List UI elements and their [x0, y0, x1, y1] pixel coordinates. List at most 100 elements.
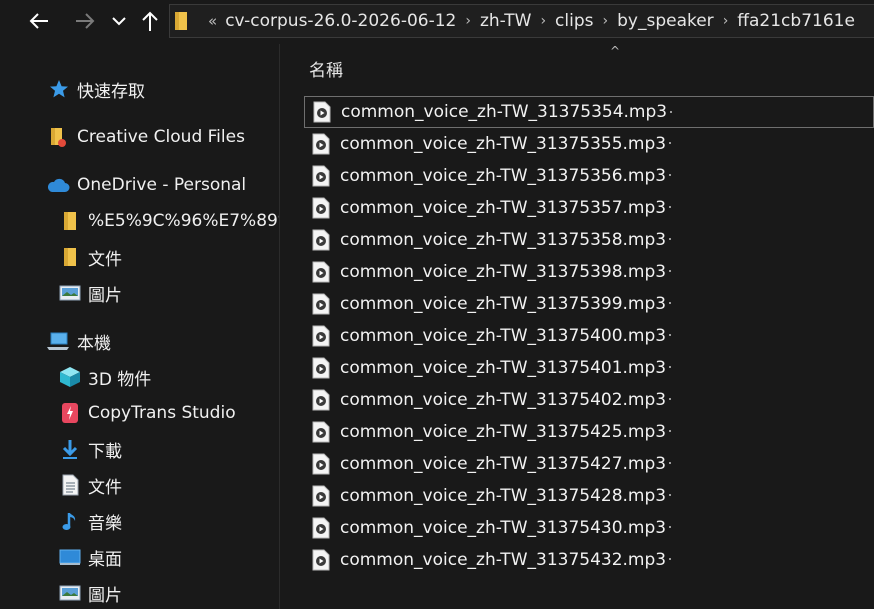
address-bar[interactable]: « cv-corpus-26.0-2026-06-12 › zh-TW › cl… — [169, 4, 874, 38]
file-row[interactable]: common_voice_zh-TW_31375432.mp3 — [304, 544, 874, 576]
breadcrumb-overflow[interactable]: « — [208, 12, 217, 30]
row-marker — [669, 206, 671, 208]
file-row[interactable]: common_voice_zh-TW_31375358.mp3 — [304, 224, 874, 256]
breadcrumb-item[interactable]: by_speaker — [617, 11, 714, 31]
mp3-file-icon — [312, 261, 330, 283]
arrow-left-icon — [29, 13, 48, 29]
sidebar-item-label: Creative Cloud Files — [77, 127, 245, 147]
sidebar-item-label: 本機 — [77, 333, 111, 354]
file-row[interactable]: common_voice_zh-TW_31375357.mp3 — [304, 192, 874, 224]
file-row[interactable]: common_voice_zh-TW_31375428.mp3 — [304, 480, 874, 512]
file-list-pane: ^ 名稱 common_voice_zh-TW_31375354.mp3 com… — [280, 44, 874, 609]
sidebar-item-quick-access[interactable]: 快速存取 — [48, 74, 145, 104]
file-name: common_voice_zh-TW_31375427.mp3 — [340, 454, 667, 474]
file-row[interactable]: common_voice_zh-TW_31375430.mp3 — [304, 512, 874, 544]
row-marker — [669, 366, 671, 368]
row-marker — [669, 462, 671, 464]
breadcrumb-item[interactable]: cv-corpus-26.0-2026-06-12 — [225, 11, 456, 31]
folder-icon — [59, 210, 81, 232]
row-marker — [669, 430, 671, 432]
file-row[interactable]: common_voice_zh-TW_31375355.mp3 — [304, 128, 874, 160]
sidebar-item-this-pc[interactable]: 本機 — [46, 326, 111, 356]
sidebar-item-3d-objects[interactable]: 3D 物件 — [59, 362, 151, 392]
file-list: common_voice_zh-TW_31375354.mp3 common_v… — [304, 96, 874, 576]
music-icon — [59, 510, 81, 532]
folder-icon — [59, 246, 81, 268]
mp3-file-icon — [312, 453, 330, 475]
sidebar-item-music[interactable]: 音樂 — [59, 506, 122, 536]
file-row[interactable]: common_voice_zh-TW_31375400.mp3 — [304, 320, 874, 352]
recent-locations-button[interactable] — [106, 6, 132, 36]
cloud-icon — [46, 174, 70, 196]
sidebar-item-label: 圖片 — [88, 585, 122, 606]
sidebar-item-onedrive-documents[interactable]: 文件 — [59, 242, 122, 272]
sidebar-item-creative-cloud[interactable]: Creative Cloud Files — [48, 122, 245, 152]
file-row[interactable]: common_voice_zh-TW_31375399.mp3 — [304, 288, 874, 320]
document-icon — [59, 474, 81, 496]
file-row[interactable]: common_voice_zh-TW_31375356.mp3 — [304, 160, 874, 192]
file-name: common_voice_zh-TW_31375357.mp3 — [340, 198, 667, 218]
pictures-icon — [59, 582, 81, 604]
sort-ascending-icon: ^ — [610, 44, 621, 58]
row-marker — [669, 142, 671, 144]
cube-icon — [59, 366, 81, 388]
folder-icon — [175, 12, 187, 30]
file-name: common_voice_zh-TW_31375398.mp3 — [340, 262, 667, 282]
file-name: common_voice_zh-TW_31375399.mp3 — [340, 294, 667, 314]
file-name: common_voice_zh-TW_31375356.mp3 — [340, 166, 667, 186]
navigation-bar: « cv-corpus-26.0-2026-06-12 › zh-TW › cl… — [0, 0, 874, 44]
sidebar-item-label: %E5%9C%96%E7%89%87 — [88, 211, 279, 231]
file-row[interactable]: common_voice_zh-TW_31375354.mp3 — [304, 96, 874, 128]
computer-icon — [46, 330, 70, 352]
file-name: common_voice_zh-TW_31375400.mp3 — [340, 326, 667, 346]
copytrans-icon — [59, 402, 81, 424]
row-marker — [669, 334, 671, 336]
sidebar-item-label: 圖片 — [88, 285, 122, 306]
row-marker — [669, 494, 671, 496]
row-marker — [669, 558, 671, 560]
sidebar-item-copytrans-studio[interactable]: CopyTrans Studio — [59, 398, 236, 428]
mp3-file-icon — [312, 229, 330, 251]
mp3-file-icon — [312, 549, 330, 571]
pictures-icon — [59, 282, 81, 304]
sidebar-item-label: 下載 — [88, 441, 122, 462]
breadcrumb-item[interactable]: clips — [555, 11, 593, 31]
sidebar-item-label: 3D 物件 — [88, 369, 152, 390]
file-row[interactable]: common_voice_zh-TW_31375425.mp3 — [304, 416, 874, 448]
column-header-name[interactable]: 名稱 — [309, 56, 343, 81]
file-name: common_voice_zh-TW_31375358.mp3 — [340, 230, 667, 250]
breadcrumb-item[interactable]: zh-TW — [480, 11, 531, 31]
forward-button[interactable] — [70, 6, 100, 36]
sidebar-item-downloads[interactable]: 下載 — [59, 434, 122, 464]
back-button[interactable] — [24, 6, 54, 36]
sidebar-item-desktop[interactable]: 桌面 — [59, 542, 122, 572]
mp3-file-icon — [312, 421, 330, 443]
breadcrumb-separator[interactable]: › — [603, 13, 609, 29]
row-marker — [670, 111, 672, 113]
file-name: common_voice_zh-TW_31375432.mp3 — [340, 550, 667, 570]
breadcrumb-separator[interactable]: › — [723, 13, 729, 29]
sidebar-item-label: 快速存取 — [77, 81, 145, 102]
row-marker — [669, 526, 671, 528]
up-button[interactable] — [136, 6, 164, 36]
file-row[interactable]: common_voice_zh-TW_31375427.mp3 — [304, 448, 874, 480]
breadcrumb-separator[interactable]: › — [540, 13, 546, 29]
file-row[interactable]: common_voice_zh-TW_31375402.mp3 — [304, 384, 874, 416]
row-marker — [669, 238, 671, 240]
sidebar-item-pictures[interactable]: 圖片 — [59, 578, 122, 608]
sidebar-item-encoded-folder[interactable]: %E5%9C%96%E7%89%87 — [59, 206, 279, 236]
mp3-file-icon — [313, 101, 331, 123]
sidebar-item-label: 音樂 — [88, 513, 122, 534]
breadcrumb-item[interactable]: ffa21cb7161e — [737, 11, 855, 31]
sidebar-item-onedrive-pictures[interactable]: 圖片 — [59, 278, 122, 308]
sidebar-item-label: CopyTrans Studio — [88, 403, 236, 423]
mp3-file-icon — [312, 165, 330, 187]
chevron-down-icon — [112, 17, 126, 26]
breadcrumb-separator[interactable]: › — [465, 13, 471, 29]
sidebar-item-onedrive[interactable]: OneDrive - Personal — [46, 170, 246, 200]
file-row[interactable]: common_voice_zh-TW_31375401.mp3 — [304, 352, 874, 384]
file-name: common_voice_zh-TW_31375401.mp3 — [340, 358, 667, 378]
sidebar-item-documents[interactable]: 文件 — [59, 470, 122, 500]
file-row[interactable]: common_voice_zh-TW_31375398.mp3 — [304, 256, 874, 288]
arrow-up-icon — [142, 11, 158, 31]
